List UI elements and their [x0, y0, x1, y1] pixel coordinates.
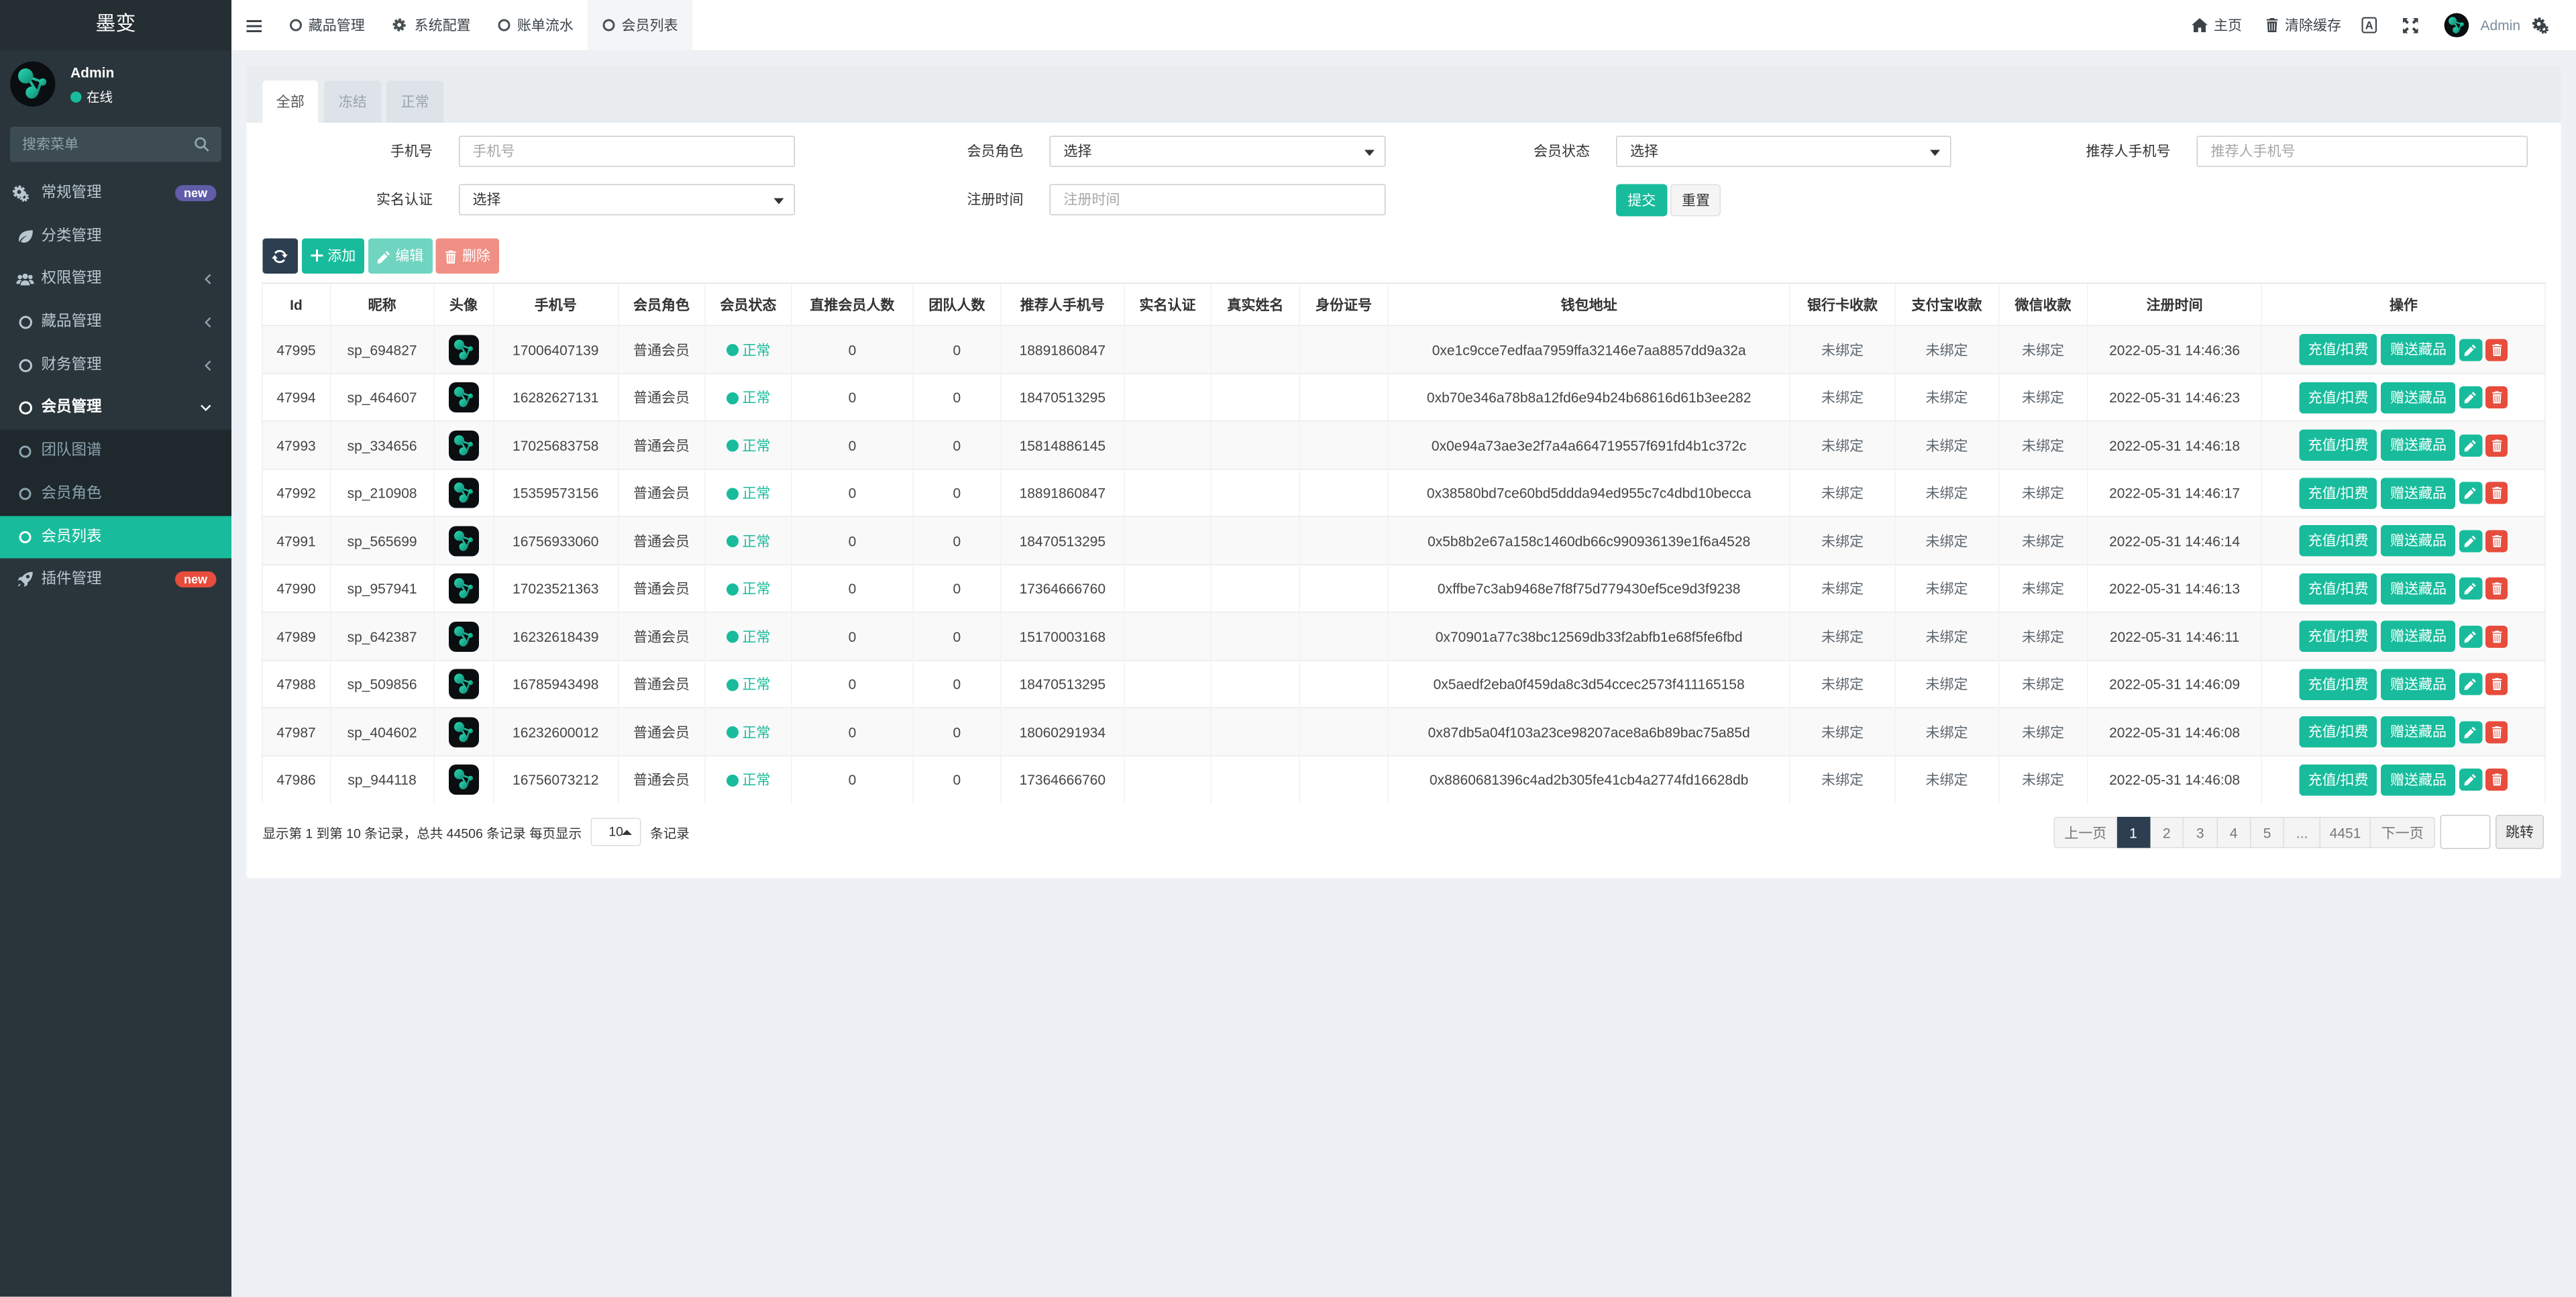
svg-text:A: A [2365, 20, 2373, 32]
